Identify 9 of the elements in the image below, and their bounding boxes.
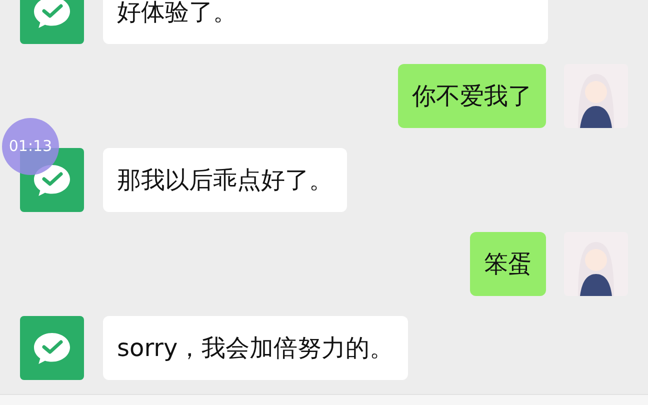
message-bubble: sorry，我会加倍努力的。 [103, 316, 408, 380]
message-bubble: 那我以后乖点好了。 [103, 148, 347, 212]
chat-bubble-icon [20, 316, 84, 380]
avatar-figure-icon [564, 232, 628, 296]
message-bubble: 好体验了。 [103, 0, 548, 44]
timestamp-badge: 01:13 [2, 118, 59, 175]
avatar-figure-icon [564, 64, 628, 128]
message-bubble: 你不爱我了 [398, 64, 546, 128]
message-bubble: 笨蛋 [470, 232, 546, 296]
